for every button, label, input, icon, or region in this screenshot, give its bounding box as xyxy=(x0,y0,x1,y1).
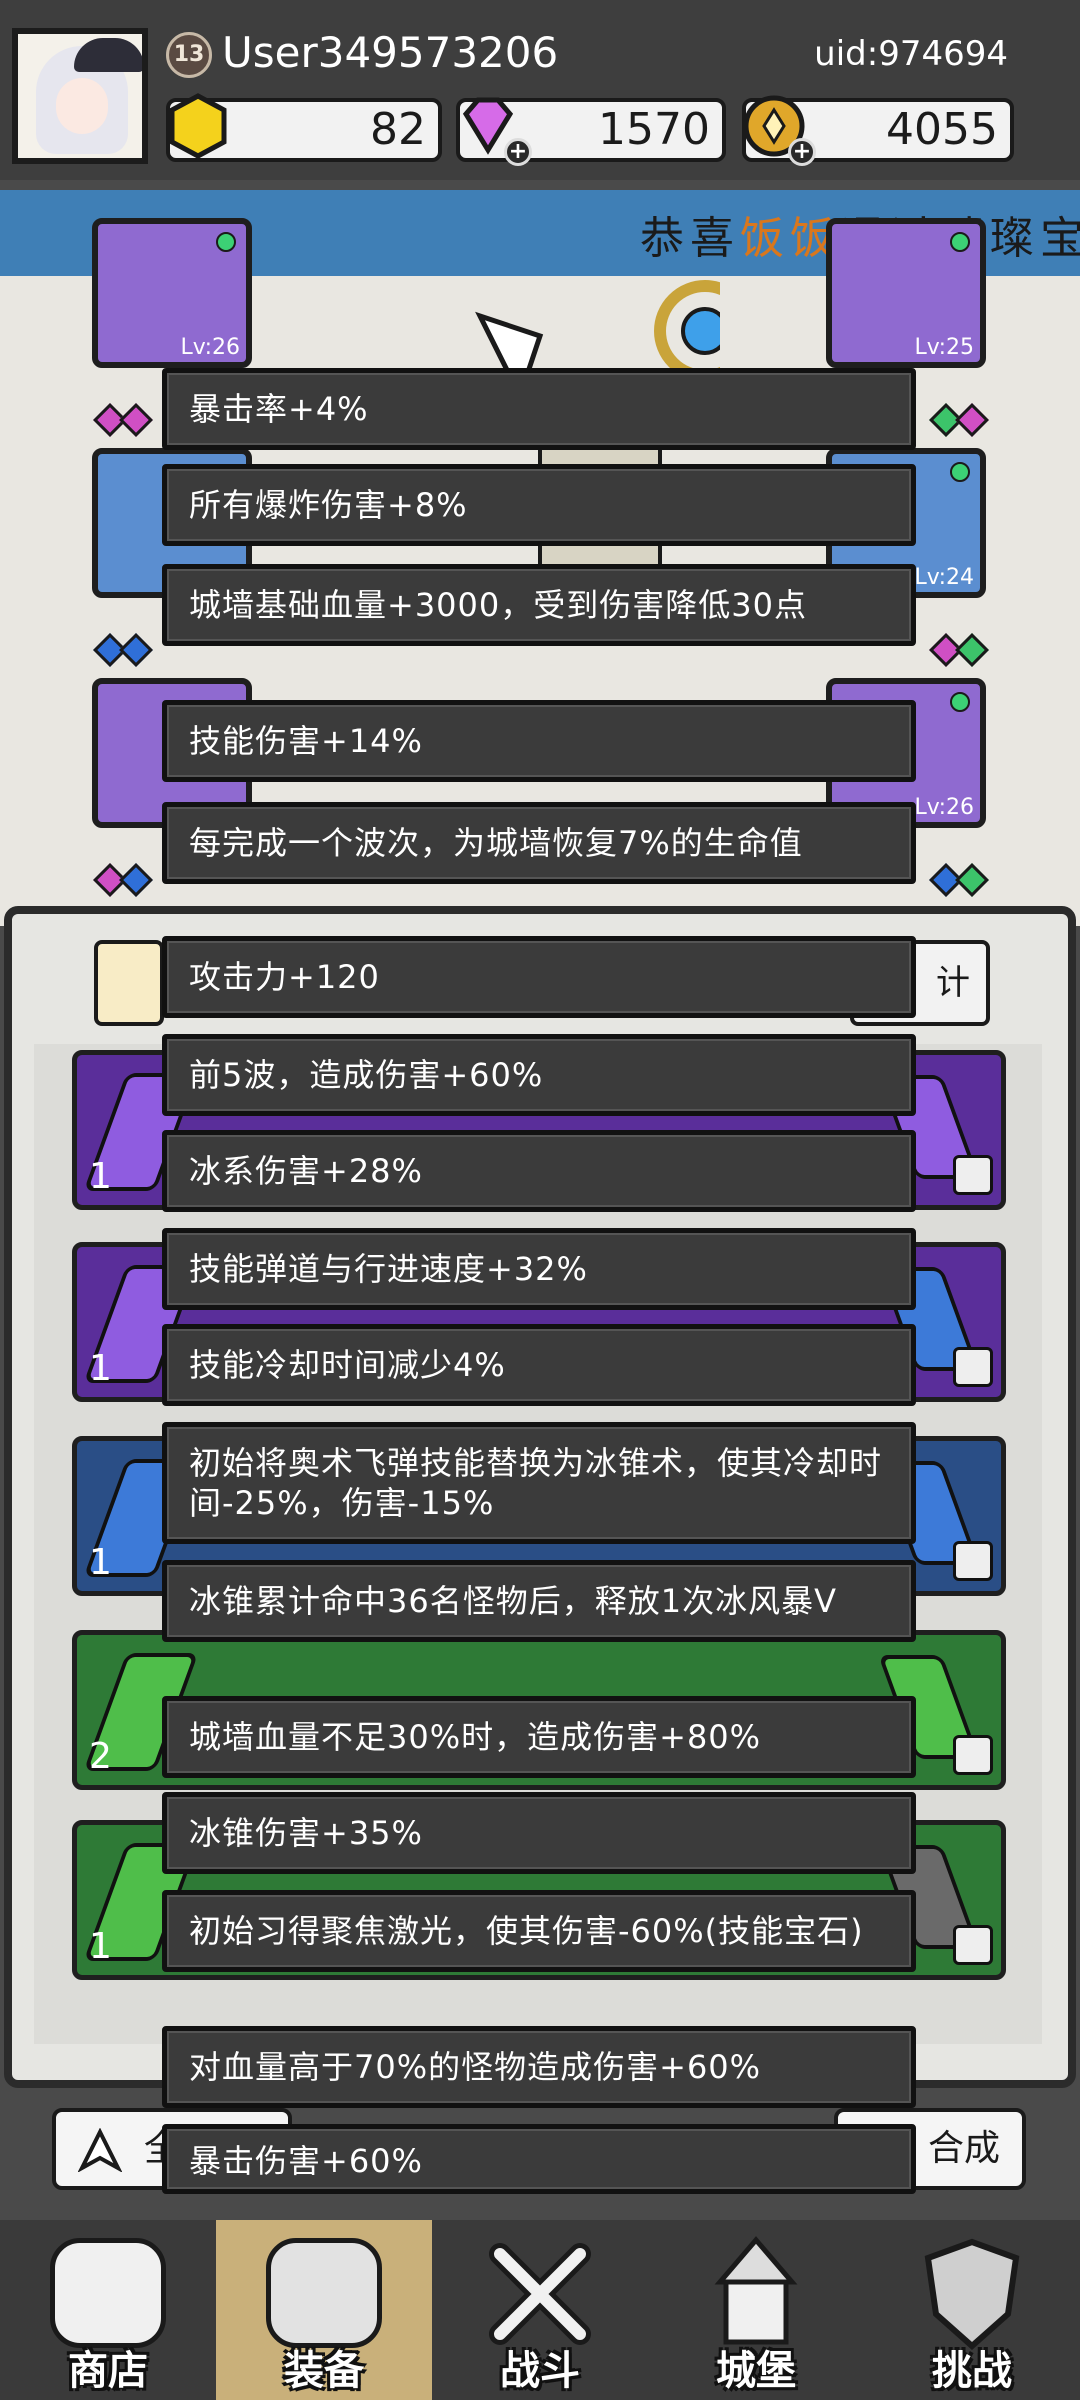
attribute-tooltip: 攻击力+120 xyxy=(162,936,916,1018)
castle-icon xyxy=(714,2236,798,2345)
rarity-diamond xyxy=(955,633,989,667)
rarity-diamond xyxy=(955,403,989,437)
attribute-tooltip: 城墙血量不足30%时，造成伤害+80% xyxy=(162,1696,916,1778)
gold-gem-icon xyxy=(169,93,227,159)
bag-filter-tab[interactable] xyxy=(94,940,164,1026)
add-coin-button[interactable]: + xyxy=(788,138,816,166)
attribute-tooltip: 前5波，造成伤害+60% xyxy=(162,1034,916,1116)
nav-castle[interactable]: 城堡 xyxy=(648,2220,864,2400)
attribute-tooltip: 冰系伤害+28% xyxy=(162,1130,916,1212)
nav-equipment[interactable]: 装备 xyxy=(216,2220,432,2400)
attribute-tooltip: 技能冷却时间减少4% xyxy=(162,1324,916,1406)
announce-player: 饭饭 xyxy=(740,213,840,264)
rarity-diamond xyxy=(955,863,989,897)
attribute-tooltip: 所有爆炸伤害+8% xyxy=(162,464,916,546)
rarity-diamond xyxy=(119,633,153,667)
shop-icon xyxy=(50,2238,166,2348)
level-badge: 13 xyxy=(166,32,212,78)
attribute-tooltip: 冰锥伤害+35% xyxy=(162,1792,916,1874)
crossed-swords-icon xyxy=(489,2243,591,2345)
up-arrow-icon xyxy=(78,2128,122,2172)
gem-type-icon xyxy=(953,1925,993,1965)
add-diamond-button[interactable]: + xyxy=(504,138,532,166)
avatar[interactable] xyxy=(12,28,148,164)
announce-prefix: 恭喜 xyxy=(640,213,740,264)
nav-battle[interactable]: 战斗 xyxy=(432,2220,648,2400)
gem-type-icon xyxy=(953,1347,993,1387)
username: User349573206 xyxy=(222,28,559,77)
equip-slot-necklace[interactable]: Lv:25 xyxy=(826,218,986,368)
attribute-tooltip: 技能伤害+14% xyxy=(162,700,916,782)
rarity-diamond xyxy=(119,863,153,897)
equip-slot-weapon[interactable]: Lv:26 xyxy=(92,218,252,368)
nav-shop[interactable]: 商店 xyxy=(0,2220,216,2400)
nav-challenge[interactable]: 挑战 xyxy=(864,2220,1080,2400)
attribute-tooltip: 暴击率+4% xyxy=(162,368,916,450)
shield-icon xyxy=(924,2238,1020,2351)
attribute-tooltip: 每完成一个波次，为城墙恢复7%的生命值 xyxy=(162,802,916,884)
gem-type-icon xyxy=(953,1155,993,1195)
backpack-icon xyxy=(266,2238,382,2348)
attribute-tooltip: 技能弹道与行进速度+32% xyxy=(162,1228,916,1310)
attribute-tooltip: 冰锥累计命中36名怪物后，释放1次冰风暴V xyxy=(162,1560,916,1642)
rarity-diamond xyxy=(119,403,153,437)
uid-label: uid:974694 xyxy=(814,34,1008,74)
attribute-tooltip: 初始将奥术飞弹技能替换为冰锥术，使其冷却时间-25%，伤害-15% xyxy=(162,1422,916,1544)
top-bar: 13 User349573206 uid:974694 82 1570 + 40… xyxy=(0,0,1080,180)
gem-type-icon xyxy=(953,1735,993,1775)
attribute-tooltip: 城墙基础血量+3000，受到伤害降低30点 xyxy=(162,564,916,646)
attribute-tooltip: 对血量高于70%的怪物造成伤害+60% xyxy=(162,2026,916,2108)
gem-type-icon xyxy=(953,1541,993,1581)
attribute-tooltip: 暴击伤害+60% xyxy=(162,2124,916,2194)
attribute-tooltip: 初始习得聚焦激光，使其伤害-60%(技能宝石) xyxy=(162,1890,916,1972)
bottom-nav: 商店 装备 战斗 城堡 挑战 xyxy=(0,2220,1080,2400)
